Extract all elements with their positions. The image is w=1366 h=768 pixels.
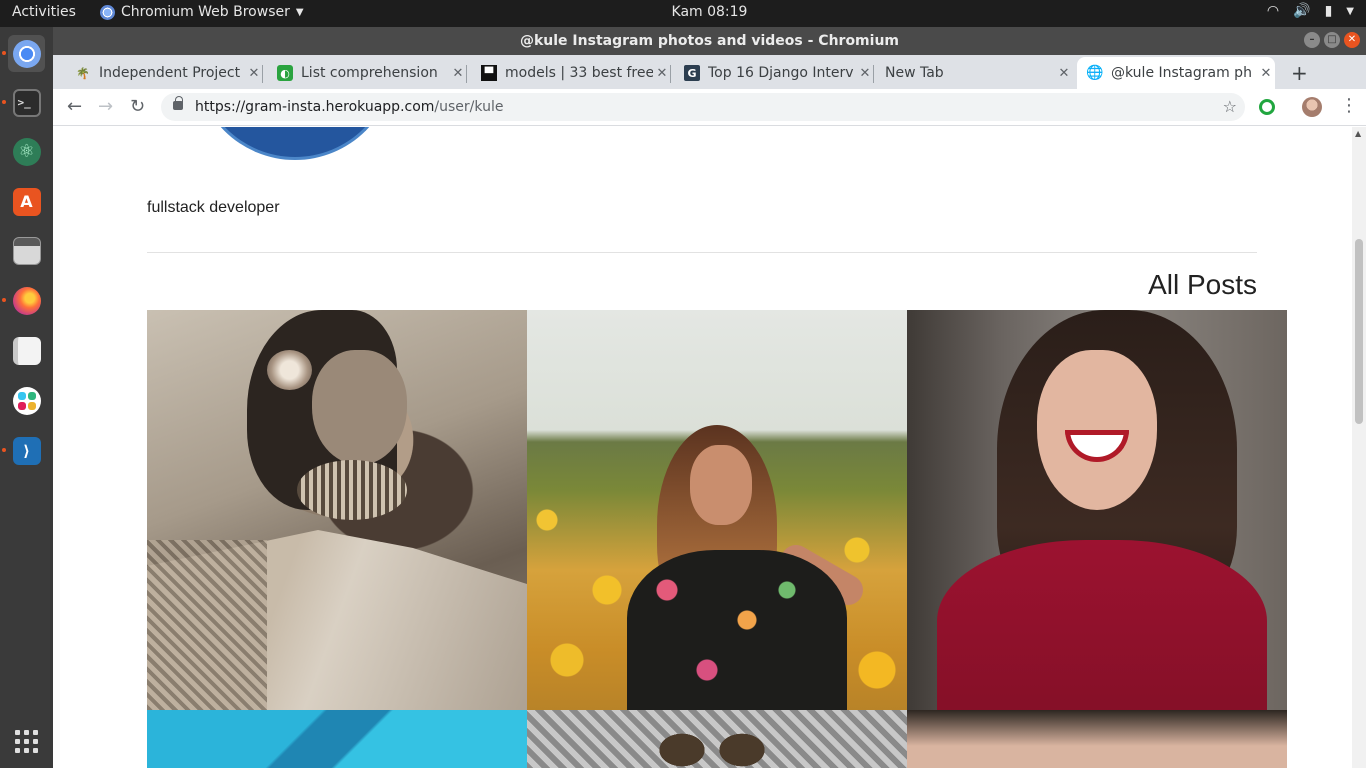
app-grid-icon	[15, 730, 38, 753]
tab-separator	[873, 65, 874, 83]
battery-icon[interactable]: ▮	[1325, 3, 1333, 19]
lock-icon[interactable]	[173, 96, 183, 110]
tab-title: models | 33 best free	[505, 65, 653, 81]
dock-firefox[interactable]	[8, 282, 45, 319]
post-image[interactable]	[527, 310, 907, 710]
tab-models-unsplash[interactable]: ▀ models | 33 best free ✕	[471, 57, 671, 89]
globe-icon: 🌐	[1086, 65, 1104, 81]
wifi-icon[interactable]: ◠	[1267, 3, 1279, 19]
tab-separator	[670, 65, 671, 83]
post-image[interactable]	[147, 310, 527, 710]
scroll-up-arrow[interactable]: ▲	[1355, 129, 1361, 138]
tree-icon: 🌴	[76, 66, 90, 80]
dock-terminal[interactable]: >_	[8, 84, 45, 121]
tab-title: @kule Instagram ph	[1111, 65, 1252, 81]
vscode-icon: ⟩	[12, 436, 41, 465]
chevron-down-icon[interactable]: ▼	[1346, 6, 1354, 17]
tab-new-tab[interactable]: New Tab ✕	[875, 57, 1073, 89]
tab-django-interview[interactable]: G Top 16 Django Interv ✕	[674, 57, 874, 89]
bookmark-star-icon[interactable]: ☆	[1223, 93, 1237, 121]
url-text[interactable]: https://gram-insta.herokuapp.com/user/ku…	[195, 93, 503, 121]
close-tab-icon[interactable]: ✕	[1257, 66, 1275, 81]
system-top-bar: Activities Chromium Web Browser ▼ Kam 08…	[0, 0, 1366, 27]
dock-text-editor[interactable]	[8, 332, 45, 369]
tab-separator	[466, 65, 467, 83]
maximize-button[interactable]: □	[1324, 32, 1340, 48]
post-image[interactable]	[147, 710, 527, 768]
scrollbar-thumb[interactable]	[1355, 239, 1363, 424]
firefox-icon	[12, 286, 41, 315]
dock-vscode[interactable]: ⟩	[8, 432, 45, 469]
volume-icon[interactable]: 🔊	[1293, 3, 1310, 19]
software-center-icon: A	[12, 187, 41, 216]
address-bar[interactable]: https://gram-insta.herokuapp.com/user/ku…	[161, 93, 1245, 121]
back-button[interactable]: ←	[67, 97, 82, 117]
show-applications-button[interactable]	[8, 723, 45, 760]
profile-avatar-image	[195, 127, 395, 160]
system-tray[interactable]: ◠ 🔊 ▮ ▼	[1267, 3, 1354, 19]
post-image[interactable]	[527, 710, 907, 768]
url-path: /user/kule	[434, 99, 504, 115]
running-indicator	[2, 100, 6, 104]
dock-chromium[interactable]	[8, 35, 45, 72]
forward-button[interactable]: →	[98, 97, 113, 117]
close-window-button[interactable]: ✕	[1344, 32, 1360, 48]
window-title: @kule Instagram photos and videos - Chro…	[519, 33, 900, 49]
close-tab-icon[interactable]: ✕	[449, 66, 467, 81]
green-icon: ◐	[277, 65, 293, 81]
reload-button[interactable]: ↻	[130, 97, 145, 117]
slack-icon	[12, 386, 41, 415]
tab-title: List comprehension	[301, 65, 438, 81]
tab-strip: 🌴 Independent Project ✕ ◐ List comprehen…	[53, 55, 1366, 89]
running-indicator	[2, 51, 6, 55]
profile-bio: fullstack developer	[147, 199, 280, 216]
tab-independent-project[interactable]: 🌴 Independent Project ✕	[65, 57, 263, 89]
post-image[interactable]	[907, 710, 1287, 768]
tab-title: Independent Project	[99, 65, 241, 81]
extension-icon[interactable]	[1259, 99, 1275, 115]
page-scrollbar[interactable]: ▲	[1352, 127, 1366, 768]
window-titlebar[interactable]: @kule Instagram photos and videos - Chro…	[53, 27, 1366, 55]
g-icon: G	[684, 65, 700, 81]
tab-separator	[262, 65, 263, 83]
profile-avatar[interactable]	[1302, 97, 1322, 117]
tab-title: New Tab	[885, 65, 944, 81]
dock-atom[interactable]: ⚛	[8, 133, 45, 170]
close-tab-icon[interactable]: ✕	[856, 66, 874, 81]
tab-list-comprehension[interactable]: ◐ List comprehension ✕	[267, 57, 467, 89]
dock: >_ ⚛ A ⟩	[0, 27, 53, 768]
text-editor-icon	[12, 336, 41, 365]
atom-icon: ⚛	[12, 137, 41, 166]
unsplash-icon: ▀	[481, 65, 497, 81]
tab-title: Top 16 Django Interv	[708, 65, 854, 81]
chromium-icon	[12, 39, 41, 68]
browser-menu-button[interactable]: ⋮	[1340, 95, 1358, 116]
clock[interactable]: Kam 08:19	[0, 4, 1366, 20]
page-viewport: fullstack developer All Posts ▲	[53, 127, 1366, 768]
url-host: https://gram-insta.herokuapp.com	[195, 99, 435, 115]
running-indicator	[2, 298, 6, 302]
divider	[147, 252, 1257, 253]
new-tab-button[interactable]: +	[1291, 61, 1308, 85]
tab-kule-instagram[interactable]: 🌐 @kule Instagram ph ✕	[1077, 57, 1275, 89]
browser-toolbar: ← → ↻ https://gram-insta.herokuapp.com/u…	[53, 89, 1366, 126]
dock-files[interactable]	[8, 232, 45, 269]
close-tab-icon[interactable]: ✕	[245, 66, 263, 81]
close-tab-icon[interactable]: ✕	[1055, 66, 1073, 81]
running-indicator	[2, 448, 6, 452]
post-image[interactable]	[907, 310, 1287, 710]
close-tab-icon[interactable]: ✕	[653, 66, 671, 81]
files-icon	[12, 236, 41, 265]
dock-software-center[interactable]: A	[8, 183, 45, 220]
browser-window: @kule Instagram photos and videos - Chro…	[53, 27, 1366, 768]
minimize-button[interactable]: –	[1304, 32, 1320, 48]
posts-heading: All Posts	[1148, 269, 1257, 300]
dock-slack[interactable]	[8, 382, 45, 419]
terminal-icon: >_	[12, 88, 41, 117]
